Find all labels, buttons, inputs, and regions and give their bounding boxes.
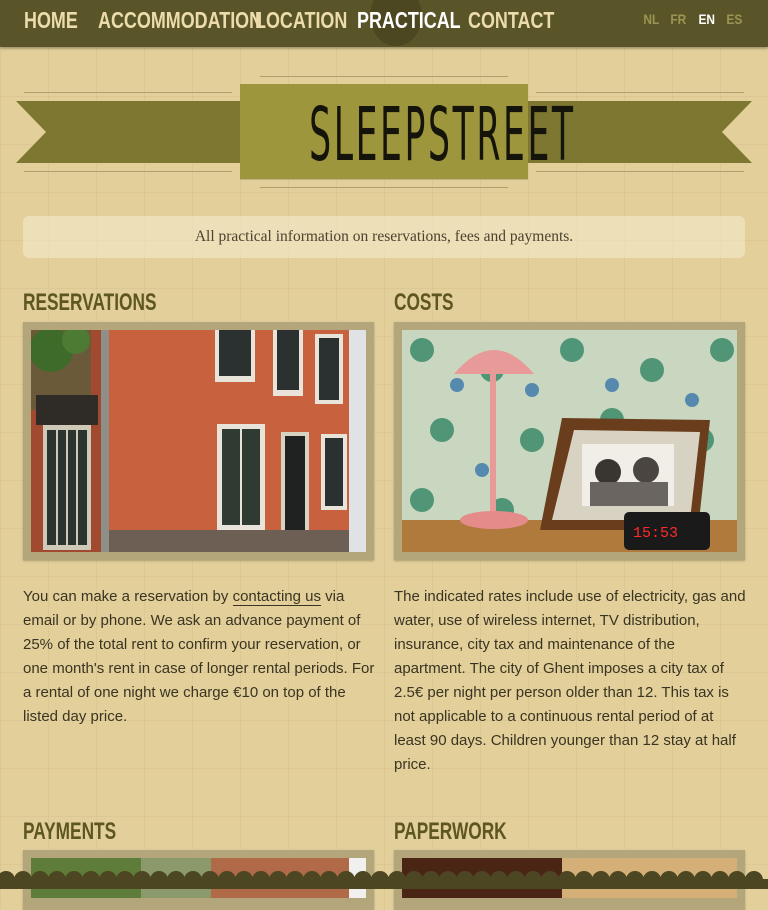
footer-scallop [150,871,168,889]
footer-scallop [218,871,236,889]
footer-scallop [31,871,49,889]
footer-scallop [677,871,695,889]
footer-scallop [269,871,287,889]
footer-scallop [609,871,627,889]
nav-accommodation[interactable]: ACCOMMODATION [98,7,262,34]
ribbon-left [16,101,246,163]
language-switcher: NL FR EN ES [633,11,744,27]
payments-heading: PAYMENTS [23,818,117,845]
site-logo[interactable]: SLEEPSTREET [240,84,576,179]
site-logo-text: SLEEPSTREET [309,92,576,178]
footer-scallop [558,871,576,889]
footer-scallop [728,871,746,889]
reservations-photo [31,330,366,552]
footer-scallop [184,871,202,889]
nav-contact[interactable]: CONTACT [468,7,554,34]
footer-scallop [660,871,678,889]
footer-scallop [252,871,270,889]
costs-heading: COSTS [394,289,454,316]
lang-en[interactable]: EN [698,11,715,27]
footer-scallop [711,871,729,889]
footer-scallop [541,871,559,889]
paperwork-heading: PAPERWORK [394,818,507,845]
costs-text: The indicated rates include use of elect… [394,588,746,773]
footer-scallop [303,871,321,889]
footer-scallop [592,871,610,889]
lang-fr[interactable]: FR [671,11,687,27]
footer-scallop [422,871,440,889]
footer-scallop [456,871,474,889]
footer-scalloped-edge [0,871,768,889]
footer-scallop [388,871,406,889]
footer-scallop [371,871,389,889]
footer-scallop [524,871,542,889]
nav-practical[interactable]: PRACTICAL [357,7,461,34]
reservations-photo-frame [23,322,374,560]
banner-rule-top-left [24,92,232,93]
footer-scallop [99,871,117,889]
footer-scallop [320,871,338,889]
footer-scallop [694,871,712,889]
footer-scallop [473,871,491,889]
footer-scallop [48,871,66,889]
costs-photo: 15:53 [402,330,737,552]
footer-scallop [745,871,763,889]
footer-scallop [354,871,372,889]
footer-scallop [626,871,644,889]
footer-scallop [439,871,457,889]
footer-scallop [405,871,423,889]
intro-text: All practical information on reservation… [23,216,745,258]
reservations-text-part2: via email or by phone. We ask an advance… [23,588,375,725]
footer-scallop [507,871,525,889]
footer-scallop [65,871,83,889]
footer-scallop [337,871,355,889]
reservations-heading: RESERVATIONS [23,289,157,316]
lang-nl[interactable]: NL [643,11,659,27]
footer-scallop [167,871,185,889]
footer-scallop [643,871,661,889]
logo-rule-bottom [260,187,508,188]
banner-rule-bottom-left [24,171,232,172]
footer-scallop [235,871,253,889]
contact-link[interactable]: contacting us [232,588,321,606]
reservations-text-part1: You can make a reservation by [23,588,233,605]
costs-photo-frame: 15:53 [394,322,745,560]
top-navigation-bar: HOME ACCOMMODATION LOCATION PRACTICAL CO… [0,0,768,47]
footer-scallop [490,871,508,889]
footer-scallop [286,871,304,889]
lang-es[interactable]: ES [727,11,743,27]
nav-home[interactable]: HOME [24,7,78,34]
footer-scallop [575,871,593,889]
clock-display: 15:53 [633,525,678,542]
reservations-text: You can make a reservation by contacting… [23,585,375,729]
footer-scallop [82,871,100,889]
footer-scallop [133,871,151,889]
nav-location[interactable]: LOCATION [255,7,347,34]
logo-rule-top [260,76,508,77]
footer-scallop [116,871,134,889]
footer-scallop [14,871,32,889]
footer-scallop [201,871,219,889]
